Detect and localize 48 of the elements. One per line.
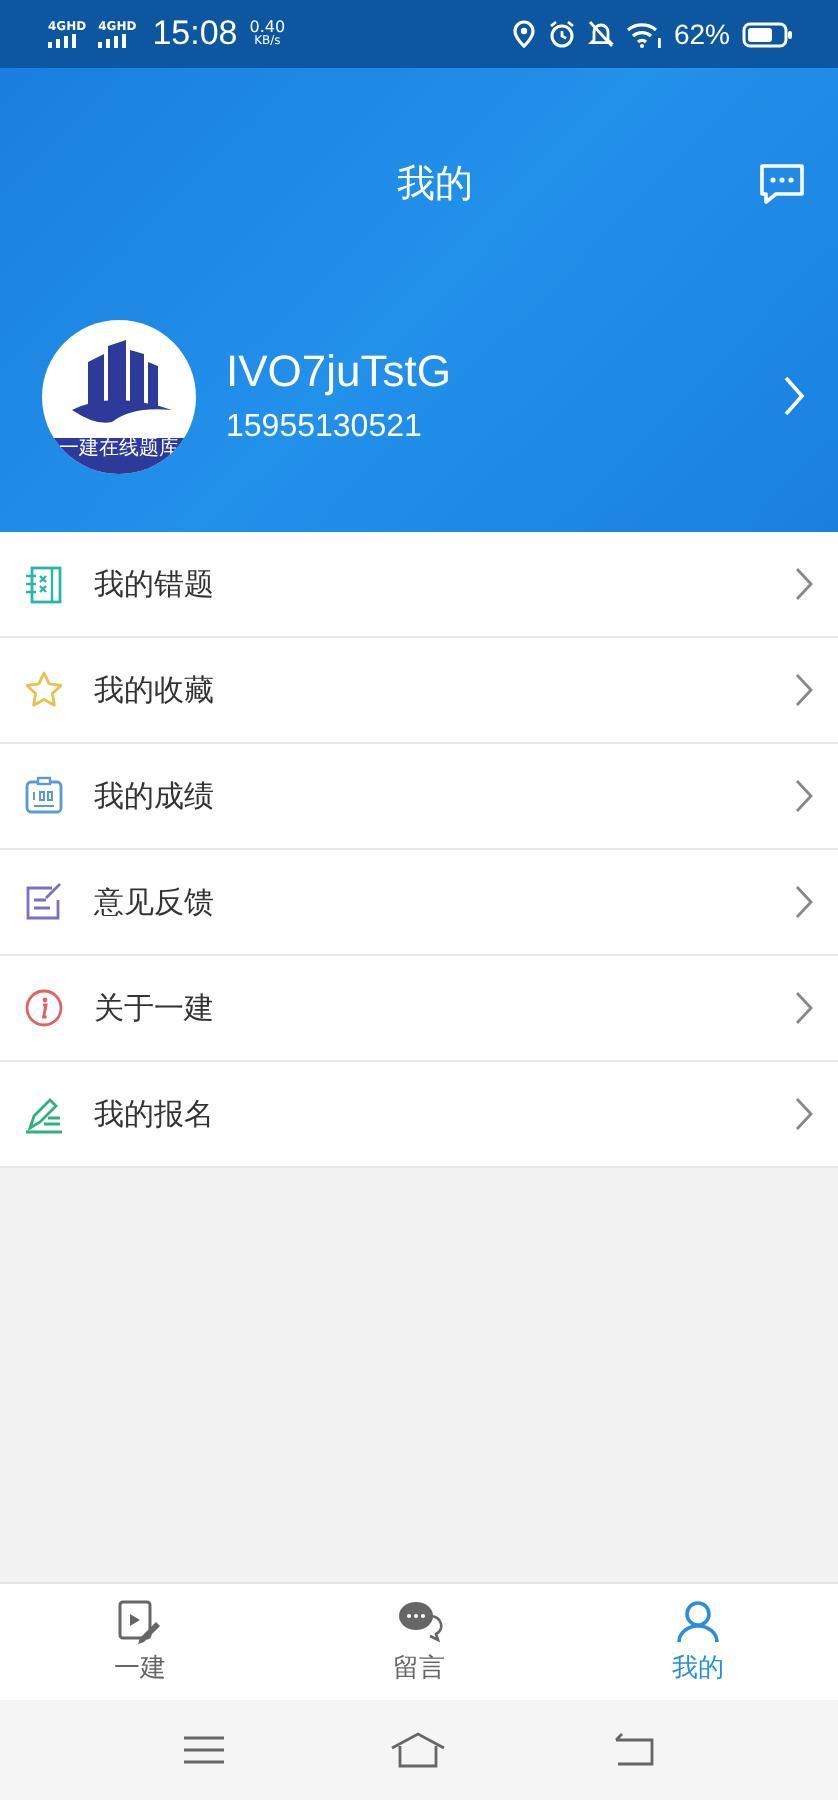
chevron-right-icon: [794, 672, 814, 708]
menu-label: 我的收藏: [94, 671, 216, 709]
tab[interactable]: 留言: [279, 1584, 559, 1700]
tab[interactable]: 一建: [0, 1584, 280, 1700]
menu-item[interactable]: 我的成绩: [0, 744, 838, 850]
chat-icon: [758, 162, 806, 206]
home-icon: [390, 1732, 447, 1768]
chevron-right-icon: [794, 566, 814, 602]
notebook-icon: [24, 564, 64, 604]
menu-label: 关于一建: [94, 989, 216, 1027]
score-board-icon: [24, 776, 64, 816]
menu-item[interactable]: 我的收藏: [0, 638, 838, 744]
signal-icon: [98, 33, 127, 47]
muted-bell-icon: [587, 20, 614, 48]
chevron-right-icon: [782, 374, 806, 418]
user-name: IVO7juTstG: [226, 346, 453, 398]
chevron-right-icon: [794, 1096, 814, 1132]
menu-label: 我的成绩: [94, 777, 216, 815]
network-speed: 0.40: [249, 20, 286, 36]
chevron-right-icon: [794, 990, 814, 1026]
menu-icon: [182, 1734, 227, 1766]
location-icon: [511, 20, 536, 48]
wifi-icon: [625, 20, 662, 48]
signal-icon: [48, 33, 76, 47]
person-icon: [674, 1598, 723, 1646]
info-icon: [24, 988, 64, 1028]
chat-bubbles-icon: [395, 1598, 443, 1646]
back-icon: [611, 1732, 656, 1768]
menu-item[interactable]: 意见反馈: [0, 850, 838, 956]
star-icon: [24, 670, 64, 710]
phone-number: 15955130521: [226, 410, 424, 446]
clock-time: 15:08: [152, 14, 238, 54]
battery-icon: [742, 21, 794, 47]
menu-item[interactable]: 我的错题: [0, 532, 838, 638]
menu-item[interactable]: 我的报名: [0, 1062, 838, 1168]
chevron-right-icon: [794, 778, 814, 814]
tab[interactable]: 我的: [558, 1584, 838, 1700]
pen-icon: [24, 1094, 64, 1134]
menu-label: 我的报名: [94, 1095, 216, 1133]
battery-percent: 62%: [673, 18, 730, 50]
edit-note-icon: [24, 882, 64, 922]
page-title: 我的: [395, 160, 475, 210]
menu-label: 我的错题: [94, 565, 216, 603]
alarm-icon: [547, 20, 576, 48]
video-edit-icon: [115, 1598, 164, 1646]
menu-item[interactable]: 关于一建: [0, 956, 838, 1062]
chevron-right-icon: [794, 884, 814, 920]
menu-label: 意见反馈: [94, 883, 216, 921]
